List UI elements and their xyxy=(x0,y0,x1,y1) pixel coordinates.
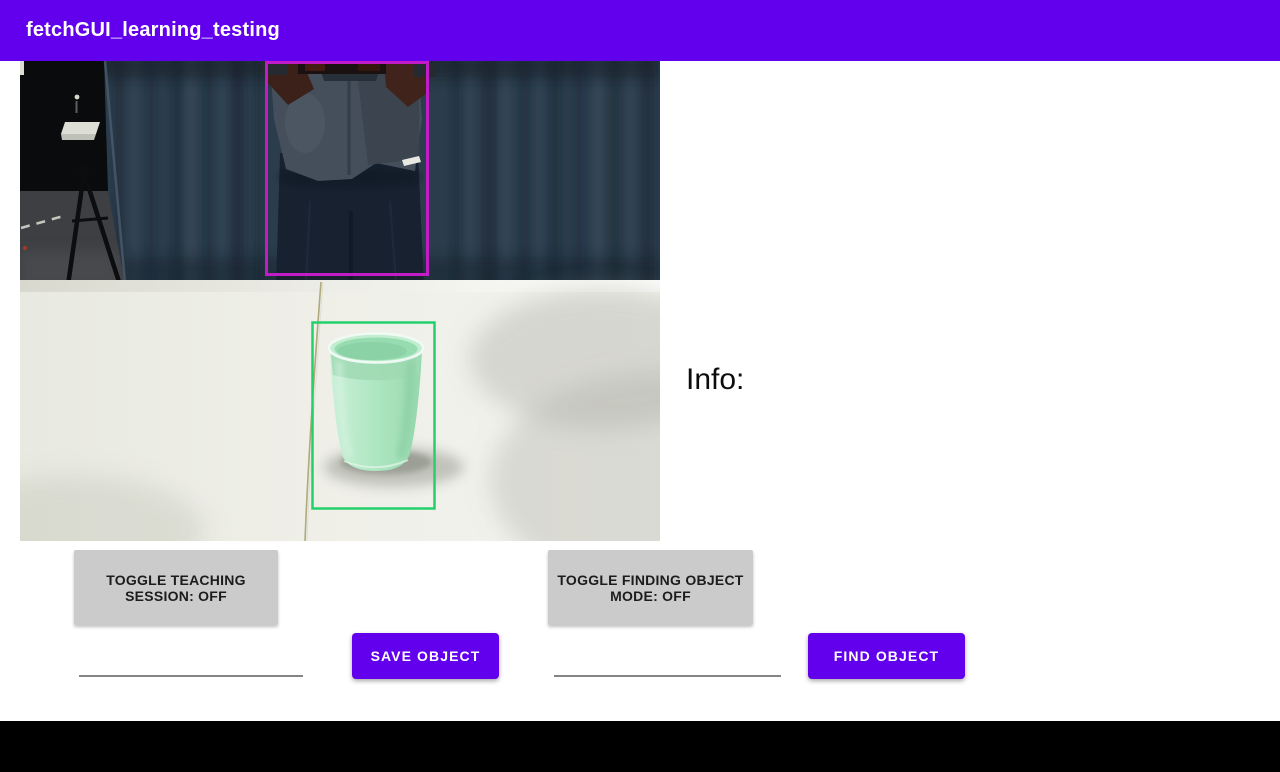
info-label: Info: xyxy=(686,363,745,396)
app-title: fetchGUI_learning_testing xyxy=(26,19,280,41)
app-bar: fetchGUI_learning_testing xyxy=(0,0,1280,61)
save-object-button[interactable]: SAVE OBJECT xyxy=(352,633,499,679)
screen: fetchGUI_learning_testing Info: TOGGLE T… xyxy=(0,0,1280,772)
find-object-button[interactable]: FIND OBJECT xyxy=(808,633,965,679)
toggle-finding-object-mode-button[interactable]: TOGGLE FINDING OBJECT MODE: OFF xyxy=(548,550,753,625)
find-object-name-input[interactable] xyxy=(554,637,781,677)
person-figure xyxy=(262,61,436,287)
android-navigation-bar xyxy=(0,721,1280,772)
toggle-teaching-session-button[interactable]: TOGGLE TEACHING SESSION: OFF xyxy=(74,550,278,625)
camera-feed xyxy=(20,61,660,541)
teach-object-name-input[interactable] xyxy=(79,637,303,677)
camera-feed-image xyxy=(20,61,660,541)
